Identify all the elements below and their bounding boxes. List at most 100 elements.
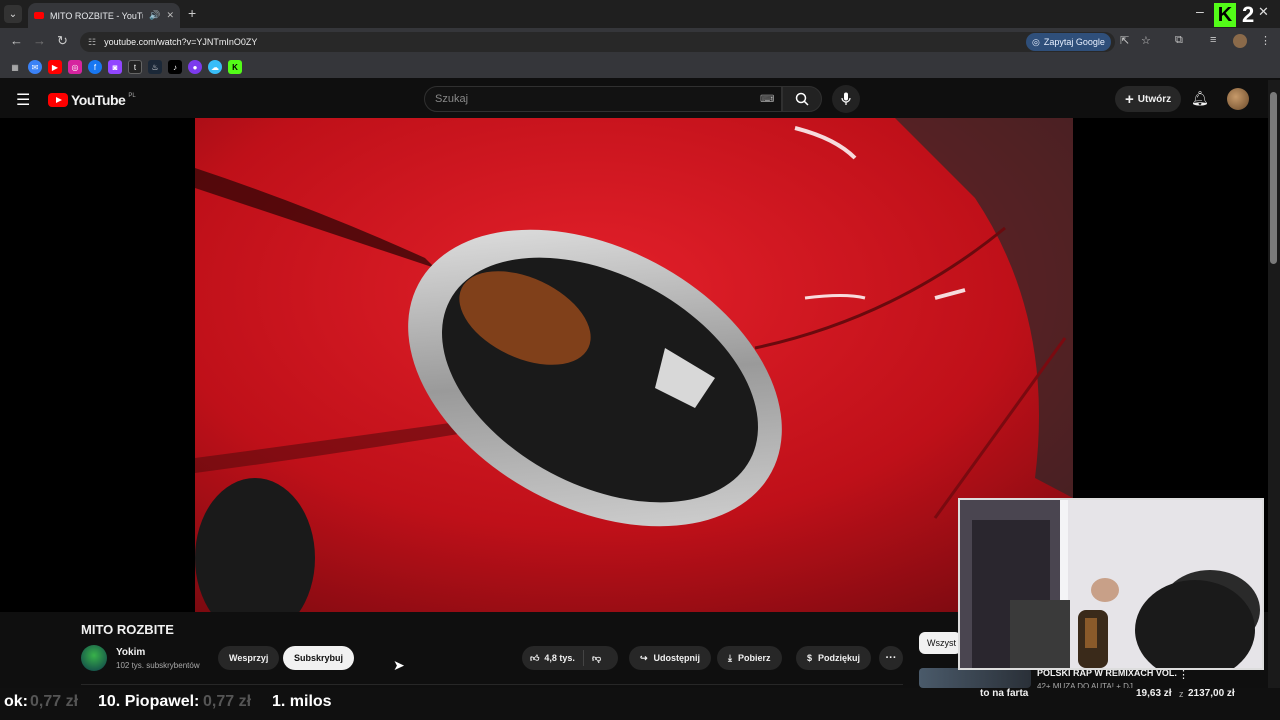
- ticker-donor-name: 1. milos: [272, 693, 332, 710]
- youtube-play-icon: [48, 93, 68, 107]
- messenger-icon[interactable]: ✉: [28, 60, 42, 74]
- user-avatar[interactable]: [1227, 88, 1249, 110]
- window-close-icon[interactable]: ✕: [1258, 4, 1269, 20]
- thumbs-down-icon: 👎︎: [591, 652, 602, 663]
- donation-goal-label: to na farta: [980, 688, 1029, 699]
- minimize-icon[interactable]: –: [1196, 3, 1204, 19]
- donation-goal-separator: z: [1179, 689, 1184, 699]
- back-icon[interactable]: ←: [10, 33, 23, 48]
- google-lens-icon: ◎: [1032, 36, 1040, 47]
- download-label: Pobierz: [737, 653, 771, 663]
- voice-search-button[interactable]: [832, 85, 860, 113]
- twitch-icon[interactable]: ◙: [108, 60, 122, 74]
- video-title: MITO ROZBITE: [81, 622, 174, 637]
- ask-google-label: Zapytaj Google: [1043, 37, 1105, 47]
- tipply-icon[interactable]: t: [128, 60, 142, 74]
- download-icon: ⤓: [728, 652, 732, 663]
- channel-name[interactable]: Yokim: [116, 647, 145, 658]
- install-app-icon[interactable]: ⇱: [1120, 34, 1129, 47]
- description-divider: [81, 684, 903, 685]
- reading-list-icon[interactable]: ≡: [1210, 34, 1216, 46]
- tiktok-icon[interactable]: ♪: [168, 60, 182, 74]
- scrollbar-thumb[interactable]: [1270, 92, 1277, 264]
- ask-google-button[interactable]: ◎ Zapytaj Google: [1026, 33, 1111, 51]
- url-text: youtube.com/watch?v=YJNTmInO0ZY: [104, 37, 258, 47]
- create-button[interactable]: + Utwórz: [1115, 86, 1182, 112]
- overlay-number: 2: [1242, 2, 1255, 27]
- share-label: Udostępnij: [653, 653, 701, 663]
- ticker-donor-name: ok:: [4, 693, 28, 710]
- thumbs-up-icon: 👍︎: [530, 652, 540, 663]
- subscribe-label: Subskrybuj: [294, 653, 344, 663]
- channel-subscriber-count: 102 tys. subskrybentów: [116, 661, 200, 670]
- cloud-app-icon[interactable]: ☁: [208, 60, 222, 74]
- bookmarks-bar: ▦ ✉ ▶ ◎ f ◙ t ♨ ♪ ● ☁ K: [0, 56, 1280, 78]
- new-tab-icon[interactable]: +: [188, 5, 196, 21]
- subscribe-button[interactable]: Subskrybuj: [283, 646, 355, 670]
- donation-goal-current: 19,63 zł: [1136, 688, 1172, 699]
- like-button[interactable]: 👍︎ 4,8 tys.: [522, 653, 583, 664]
- filter-chip-all[interactable]: Wszyst: [919, 632, 961, 654]
- reload-icon[interactable]: ↻: [57, 33, 68, 49]
- apps-icon[interactable]: ▦: [8, 60, 22, 74]
- keyboard-icon[interactable]: ⌨: [760, 94, 774, 105]
- download-button[interactable]: ⤓ Pobierz: [717, 646, 782, 670]
- channel-avatar[interactable]: [81, 645, 107, 671]
- like-dislike-group: 👍︎ 4,8 tys. 👎︎: [522, 646, 618, 670]
- donation-goal-target: 2137,00 zł: [1188, 688, 1235, 699]
- audio-playing-icon[interactable]: 🔊: [149, 10, 160, 21]
- more-actions-button[interactable]: ···: [879, 646, 903, 670]
- more-actions-icon: ···: [885, 652, 897, 664]
- search-input[interactable]: Szukaj: [424, 86, 782, 112]
- like-count: 4,8 tys.: [544, 653, 575, 663]
- share-icon: ↪: [640, 652, 648, 663]
- webcam-image: [960, 500, 1262, 668]
- tab-close-icon[interactable]: ✕: [166, 10, 174, 21]
- browser-menu-icon[interactable]: ⋮: [1260, 34, 1271, 47]
- forward-icon[interactable]: →: [33, 33, 46, 48]
- filter-chip-label: Wszyst: [927, 638, 956, 648]
- browser-tab[interactable]: MITO ROZBITE - YouTube 🔊 ✕: [28, 3, 180, 28]
- purple-app-icon[interactable]: ●: [188, 60, 202, 74]
- share-button[interactable]: ↪ Udostępnij: [629, 646, 712, 670]
- search-button[interactable]: [782, 86, 822, 112]
- browser-toolbar: ← → ↻ ☷ youtube.com/watch?v=YJNTmInO0ZY …: [0, 28, 1280, 56]
- browser-tab-bar: ⌄ MITO ROZBITE - YouTube 🔊 ✕ + – K 2 ✕: [0, 0, 1280, 28]
- instagram-icon[interactable]: ◎: [68, 60, 82, 74]
- youtube-header: ☰ YouTube PL Szukaj ⌨ + Utwórz 🔔︎: [0, 80, 1268, 118]
- video-frame[interactable]: [195, 118, 1073, 612]
- address-bar[interactable]: ☷ youtube.com/watch?v=YJNTmInO0ZY: [80, 32, 1115, 52]
- streamer-webcam-overlay: [958, 498, 1264, 670]
- kick-logo-icon: K: [1214, 3, 1236, 27]
- youtube-favicon-icon: [34, 12, 44, 19]
- dislike-button[interactable]: 👎︎: [584, 653, 609, 664]
- bookmark-star-icon[interactable]: ☆: [1141, 34, 1151, 47]
- steam-icon[interactable]: ♨: [148, 60, 162, 74]
- support-label: Wesprzyj: [229, 653, 269, 663]
- kick-icon[interactable]: K: [228, 60, 242, 74]
- ticker-donation-amount: 0,77 zł: [203, 693, 252, 710]
- ticker-donation-amount: 0,77 zł: [30, 693, 79, 710]
- tab-title: MITO ROZBITE - YouTube: [50, 10, 143, 21]
- extensions-icon[interactable]: ⧉: [1175, 34, 1183, 47]
- thanks-button[interactable]: $ Podziękuj: [796, 646, 872, 670]
- microphone-icon: [841, 92, 851, 105]
- video-frame-image: [195, 118, 1073, 612]
- mouse-cursor-icon: ➤: [393, 657, 405, 673]
- support-button[interactable]: Wesprzyj: [218, 646, 280, 670]
- thanks-label: Podziękuj: [818, 653, 861, 663]
- browser-profile-avatar[interactable]: [1233, 34, 1247, 48]
- notifications-bell-icon[interactable]: 🔔︎: [1191, 90, 1209, 107]
- recommended-video-thumbnail[interactable]: [919, 668, 1031, 688]
- ticker-donor-name: 10. Piopawel:: [98, 693, 200, 710]
- plus-icon: +: [1125, 90, 1134, 108]
- facebook-icon[interactable]: f: [88, 60, 102, 74]
- hamburger-menu-icon[interactable]: ☰: [16, 90, 30, 110]
- tab-search-button[interactable]: ⌄: [4, 5, 22, 23]
- country-code: PL: [128, 93, 136, 99]
- site-info-icon[interactable]: ☷: [88, 37, 96, 48]
- youtube-logo[interactable]: YouTube PL: [48, 92, 136, 108]
- youtube-icon[interactable]: ▶: [48, 60, 62, 74]
- search-placeholder: Szukaj: [435, 93, 469, 105]
- youtube-logo-text: YouTube: [71, 92, 126, 108]
